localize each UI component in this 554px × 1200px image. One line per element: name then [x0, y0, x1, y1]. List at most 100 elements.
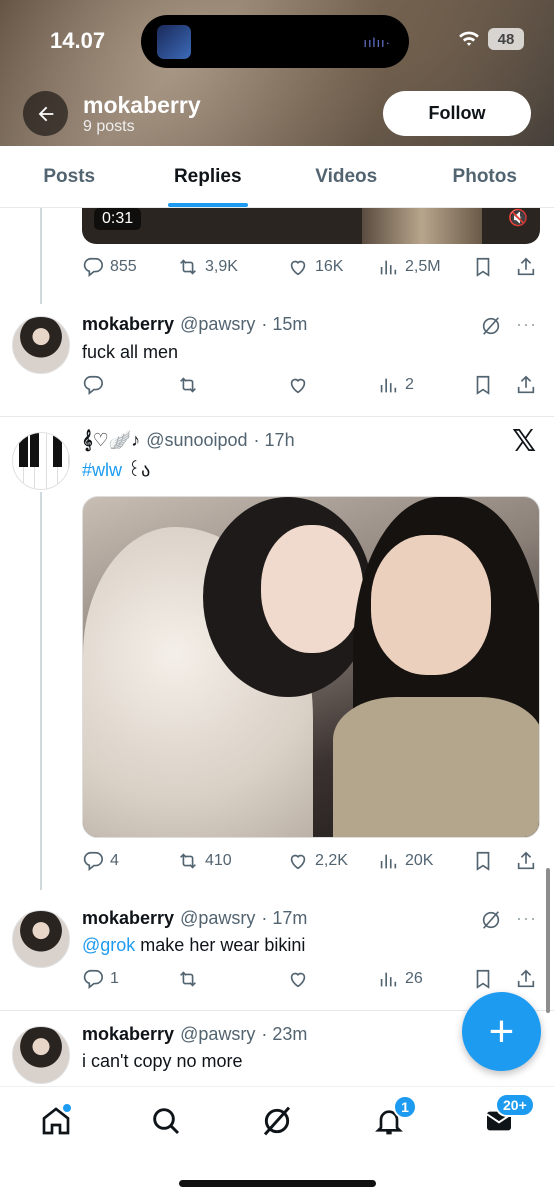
- heart-icon: [290, 972, 306, 988]
- reply-icon: [83, 375, 103, 395]
- reply-icon: [83, 851, 103, 871]
- post-time: · 17h: [253, 430, 295, 450]
- heart-icon: [290, 378, 306, 394]
- bookmark-button[interactable]: [472, 850, 515, 872]
- views-button[interactable]: 2: [377, 374, 472, 396]
- profile-banner: 14.07 ıılıı· 48 mokaberry 9 posts Follow: [0, 0, 554, 146]
- like-button[interactable]: [287, 374, 377, 396]
- back-button[interactable]: [23, 91, 68, 136]
- repost-button[interactable]: 410: [177, 850, 287, 872]
- post-text: #wlw ꒰ა: [82, 458, 150, 481]
- views-button[interactable]: 20K: [377, 850, 472, 872]
- reply-button[interactable]: 855: [82, 256, 177, 278]
- reply-count: 4: [110, 852, 119, 869]
- reply-count: 855: [110, 258, 137, 275]
- author-handle[interactable]: @sunooipod: [146, 430, 247, 451]
- author-name[interactable]: mokaberry: [82, 1024, 174, 1045]
- author-name[interactable]: mokaberry: [82, 908, 174, 929]
- like-button[interactable]: 16K: [287, 256, 377, 278]
- mention-link[interactable]: @grok: [82, 935, 135, 955]
- heart-icon: [290, 854, 306, 870]
- follow-button[interactable]: Follow: [383, 91, 531, 136]
- profile-post-count: 9 posts: [83, 118, 135, 135]
- speaker-muted-icon[interactable]: 🔇: [508, 208, 528, 228]
- repost-button[interactable]: 3,9K: [177, 256, 287, 278]
- tab-photos[interactable]: Photos: [416, 146, 554, 207]
- more-icon[interactable]: ···: [516, 314, 537, 335]
- views-icon: [380, 378, 397, 393]
- nav-home[interactable]: [36, 1101, 76, 1141]
- reply-button[interactable]: [82, 374, 177, 396]
- post-text: @grok make her wear bikini: [82, 935, 305, 956]
- avatar[interactable]: [12, 316, 70, 374]
- hashtag-link[interactable]: #wlw: [82, 460, 122, 480]
- video-duration: 0:31: [94, 208, 142, 230]
- views-button[interactable]: 2,5M: [377, 256, 472, 278]
- notifications-badge: 1: [393, 1095, 417, 1119]
- wifi-icon: [459, 31, 479, 46]
- video-player[interactable]: 0:31 🔇: [82, 208, 540, 244]
- scrollbar[interactable]: [546, 868, 550, 1013]
- post-header: mokaberry @pawsry · 23m: [82, 1024, 307, 1045]
- reply-button[interactable]: 4: [82, 850, 177, 872]
- nav-notifications[interactable]: 1: [369, 1095, 417, 1141]
- nav-grok[interactable]: [257, 1101, 297, 1141]
- views-button[interactable]: 26: [377, 968, 472, 990]
- share-button[interactable]: [515, 256, 537, 278]
- repost-icon: [180, 971, 196, 987]
- share-icon: [517, 375, 535, 394]
- bookmark-button[interactable]: [472, 968, 515, 990]
- like-button[interactable]: 2,2K: [287, 850, 377, 872]
- more-icon[interactable]: ···: [516, 908, 537, 929]
- now-playing-artwork: [157, 25, 191, 59]
- avatar[interactable]: [12, 910, 70, 968]
- author-name[interactable]: mokaberry: [82, 314, 174, 335]
- grok-icon[interactable]: [480, 909, 502, 931]
- thread-line: [40, 492, 42, 890]
- reply-button[interactable]: 1: [82, 968, 177, 990]
- author-handle[interactable]: @pawsry: [180, 314, 255, 335]
- tab-posts[interactable]: Posts: [0, 146, 139, 207]
- view-count: 20K: [405, 852, 434, 869]
- post-actions: 855 3,9K 16K 2,5M: [82, 256, 540, 278]
- post-actions: 4 410 2,2K 20K: [82, 850, 540, 872]
- repost-button[interactable]: [177, 374, 287, 396]
- grok-icon: [263, 1106, 291, 1136]
- tab-replies[interactable]: Replies: [139, 146, 278, 207]
- dynamic-island[interactable]: ıılıı·: [141, 15, 409, 68]
- author-handle[interactable]: @pawsry: [180, 908, 255, 929]
- profile-tabs: Posts Replies Videos Photos: [0, 146, 554, 208]
- nav-messages[interactable]: 20+: [479, 1093, 535, 1141]
- repost-button[interactable]: [177, 968, 287, 990]
- share-button[interactable]: [515, 850, 537, 872]
- share-button[interactable]: [515, 968, 537, 990]
- grok-icon[interactable]: [480, 315, 502, 337]
- like-count: 2,2K: [315, 852, 348, 869]
- post-text-body: make her wear bikini: [135, 935, 306, 955]
- thread-line: [40, 208, 42, 304]
- like-button[interactable]: [287, 968, 377, 990]
- avatar[interactable]: [12, 1026, 70, 1084]
- post-text: fuck all men: [82, 342, 179, 362]
- author-handle[interactable]: @pawsry: [180, 1024, 255, 1045]
- compose-button[interactable]: +: [462, 992, 541, 1071]
- views-icon: [380, 972, 397, 987]
- repost-icon: [180, 853, 196, 869]
- home-indicator: [179, 1180, 376, 1187]
- author-name[interactable]: 𝄞♡🪽♪: [82, 430, 140, 451]
- tab-videos[interactable]: Videos: [277, 146, 416, 207]
- repost-icon: [180, 259, 196, 275]
- views-icon: [380, 260, 397, 275]
- post-text: i can't copy no more: [82, 1051, 243, 1071]
- post-time: · 17m: [261, 908, 308, 928]
- share-button[interactable]: [515, 374, 537, 396]
- bookmark-button[interactable]: [472, 256, 515, 278]
- avatar[interactable]: [12, 432, 70, 490]
- share-icon: [517, 851, 535, 870]
- profile-name: mokaberry: [83, 92, 201, 118]
- nav-search[interactable]: [146, 1101, 186, 1141]
- post-photo[interactable]: [82, 496, 540, 838]
- bookmark-button[interactable]: [472, 374, 515, 396]
- reply-icon: [83, 257, 103, 277]
- replies-feed[interactable]: 0:31 🔇 855 3,9K 16K 2,5M mokaberry @paws…: [0, 208, 554, 1086]
